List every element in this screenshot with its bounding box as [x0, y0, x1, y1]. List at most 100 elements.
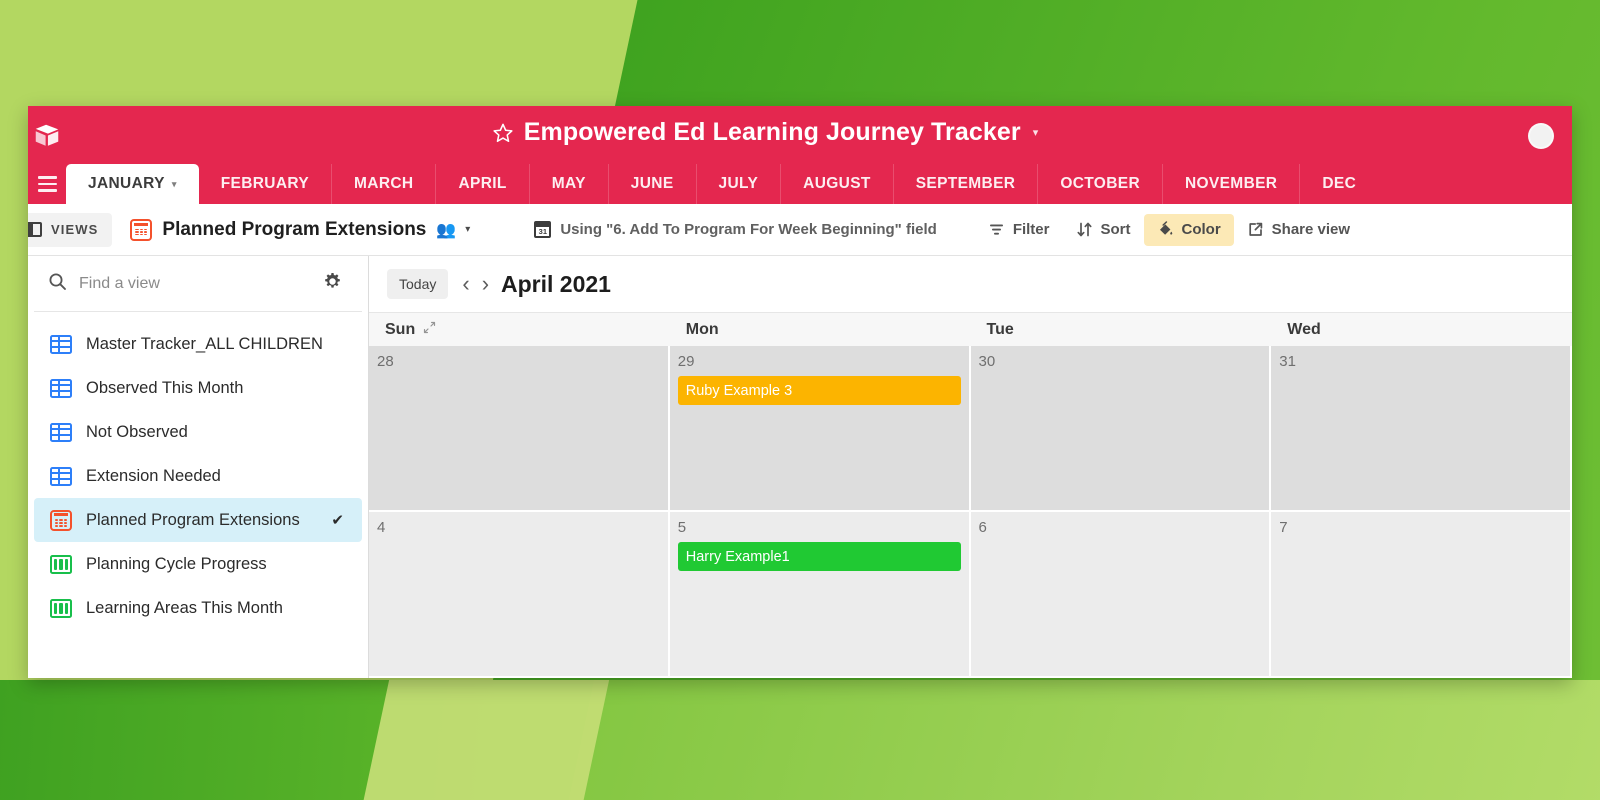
dow-sun-label: Sun	[385, 320, 416, 338]
sidebar-item-label: Observed This Month	[86, 378, 244, 397]
hamburger-menu-icon[interactable]	[28, 164, 66, 204]
tab-december[interactable]: DEC	[1299, 164, 1378, 204]
sort-label: Sort	[1100, 221, 1131, 238]
page-title: Empowered Ed Learning Journey Tracker	[523, 118, 1021, 146]
sidebar-item-label: Learning Areas This Month	[86, 598, 283, 617]
day-cell-7[interactable]: 7	[1271, 512, 1572, 678]
sidebar-item-planning-cycle-progress[interactable]: Planning Cycle Progress	[34, 542, 362, 586]
day-number: 4	[377, 519, 386, 536]
dow-mon-label: Mon	[685, 320, 719, 338]
sidebar-item-extension-needed[interactable]: Extension Needed	[34, 454, 362, 498]
dow-tue-label: Tue	[986, 320, 1014, 338]
event-chip-ruby-example-3[interactable]: Ruby Example 3	[677, 376, 961, 405]
views-sidebar: Master Tracker_ALL CHILDREN Observed Thi…	[28, 256, 369, 678]
tab-october-label: OCTOBER	[1060, 175, 1140, 192]
airtable-app-window: Empowered Ed Learning Journey Tracker ▾ …	[28, 106, 1572, 678]
sidebar-item-planned-program-extensions[interactable]: Planned Program Extensions ✔	[34, 498, 362, 542]
view-dropdown-caret[interactable]: ▾	[465, 224, 470, 235]
event-chip-harry-example1[interactable]: Harry Example1	[677, 542, 961, 571]
search-icon	[48, 272, 67, 296]
tab-july[interactable]: JULY	[695, 164, 781, 204]
filter-button[interactable]: Filter	[975, 214, 1063, 246]
tab-january-label: JANUARY	[88, 175, 165, 192]
day-number: 30	[978, 353, 996, 370]
background-band-bottom	[0, 680, 1600, 800]
color-button[interactable]: Color	[1143, 213, 1234, 246]
day-cell-28[interactable]: 28	[369, 346, 670, 512]
grid-view-icon	[50, 334, 72, 354]
tab-july-label: JULY	[718, 175, 759, 192]
calendar-pane: Today ‹ › April 2021 Sun Mon Tue Wed 28 …	[369, 256, 1572, 678]
gear-icon[interactable]	[323, 272, 342, 296]
prev-month-icon[interactable]: ‹	[462, 273, 469, 295]
kanban-view-icon	[50, 554, 72, 574]
app-body: Master Tracker_ALL CHILDREN Observed Thi…	[28, 256, 1572, 678]
tab-december-label: DEC	[1322, 175, 1357, 192]
tab-april[interactable]: APRIL	[435, 164, 528, 204]
color-label: Color	[1181, 221, 1221, 238]
views-button-label: VIEWS	[51, 222, 99, 237]
sort-button[interactable]: Sort	[1063, 214, 1144, 246]
day-cell-31[interactable]: 31	[1271, 346, 1572, 512]
filter-icon	[988, 221, 1005, 238]
day-number: 29	[677, 353, 695, 370]
tab-november[interactable]: NOVEMBER	[1161, 164, 1299, 204]
grid-view-icon	[50, 378, 72, 398]
app-title-group[interactable]: Empowered Ed Learning Journey Tracker ▾	[28, 118, 1572, 147]
chevron-down-icon[interactable]: ▾	[172, 179, 177, 190]
calendar-weeks: 28 29 Ruby Example 3 30 31 4 5 Harry Exa…	[369, 346, 1572, 678]
dow-tue: Tue	[971, 313, 1272, 346]
day-cell-6[interactable]: 6	[970, 512, 1272, 678]
tab-february[interactable]: FEBRUARY	[199, 164, 331, 204]
day-cell-5[interactable]: 5 Harry Example1	[669, 512, 971, 678]
current-view-name[interactable]: Planned Program Extensions	[162, 219, 426, 241]
sidebar-item-master-tracker[interactable]: Master Tracker_ALL CHILDREN	[34, 322, 362, 366]
dow-wed: Wed	[1271, 313, 1572, 346]
next-month-icon[interactable]: ›	[482, 273, 489, 295]
tab-september-label: SEPTEMBER	[915, 175, 1016, 192]
day-cell-29[interactable]: 29 Ruby Example 3	[669, 346, 971, 512]
tab-june[interactable]: JUNE	[607, 164, 696, 204]
tab-august-label: AUGUST	[803, 175, 871, 192]
share-view-button[interactable]: Share view	[1234, 214, 1363, 246]
calendar-nav-arrows: ‹ ›	[462, 273, 489, 295]
week-row: 4 5 Harry Example1 6 7	[369, 512, 1572, 678]
side-panel-icon	[28, 222, 42, 237]
day-of-week-header: Sun Mon Tue Wed	[369, 312, 1572, 346]
sidebar-item-label: Master Tracker_ALL CHILDREN	[86, 334, 323, 353]
day-cell-30[interactable]: 30	[970, 346, 1272, 512]
tab-september[interactable]: SEPTEMBER	[892, 164, 1038, 204]
sort-arrows-icon	[1076, 221, 1093, 238]
event-title: Ruby Example 3	[685, 382, 793, 399]
view-toolbar: VIEWS Planned Program Extensions 👥 ▾ 31 …	[28, 204, 1572, 256]
day-cell-4[interactable]: 4	[369, 512, 670, 678]
sidebar-item-label: Extension Needed	[86, 466, 221, 485]
tab-january[interactable]: JANUARY ▾	[66, 164, 199, 204]
tab-march[interactable]: MARCH	[331, 164, 435, 204]
day-number: 31	[1279, 353, 1296, 370]
calendar-nav-bar: Today ‹ › April 2021	[369, 256, 1572, 312]
sidebar-item-learning-areas-this-month[interactable]: Learning Areas This Month	[34, 586, 362, 630]
day-number: 5	[677, 519, 687, 536]
views-sidebar-toggle-button[interactable]: VIEWS	[28, 212, 113, 247]
collaborators-icon[interactable]: 👥	[436, 220, 456, 240]
sidebar-item-observed-this-month[interactable]: Observed This Month	[34, 366, 362, 410]
avatar[interactable]	[1528, 123, 1554, 149]
grid-view-icon	[50, 422, 72, 442]
sidebar-item-not-observed[interactable]: Not Observed	[34, 410, 362, 454]
calendar-view-icon	[130, 218, 153, 241]
tab-august[interactable]: AUGUST	[780, 164, 893, 204]
day-number: 6	[978, 519, 987, 536]
month-tab-bar: JANUARY ▾ FEBRUARY MARCH APRIL MAY JUNE …	[28, 164, 1572, 204]
using-field-button[interactable]: 31 Using "6. Add To Program For Week Beg…	[534, 221, 937, 238]
tab-may[interactable]: MAY	[528, 164, 608, 204]
find-view-row	[34, 256, 362, 312]
search-input[interactable]	[79, 274, 311, 293]
today-button[interactable]: Today	[387, 269, 449, 299]
title-dropdown-caret[interactable]: ▾	[1033, 126, 1039, 139]
resize-column-icon[interactable]	[423, 321, 436, 339]
sidebar-item-label: Planning Cycle Progress	[86, 554, 267, 573]
app-header: Empowered Ed Learning Journey Tracker ▾	[28, 106, 1572, 164]
tab-october[interactable]: OCTOBER	[1037, 164, 1162, 204]
star-icon[interactable]	[492, 122, 514, 144]
